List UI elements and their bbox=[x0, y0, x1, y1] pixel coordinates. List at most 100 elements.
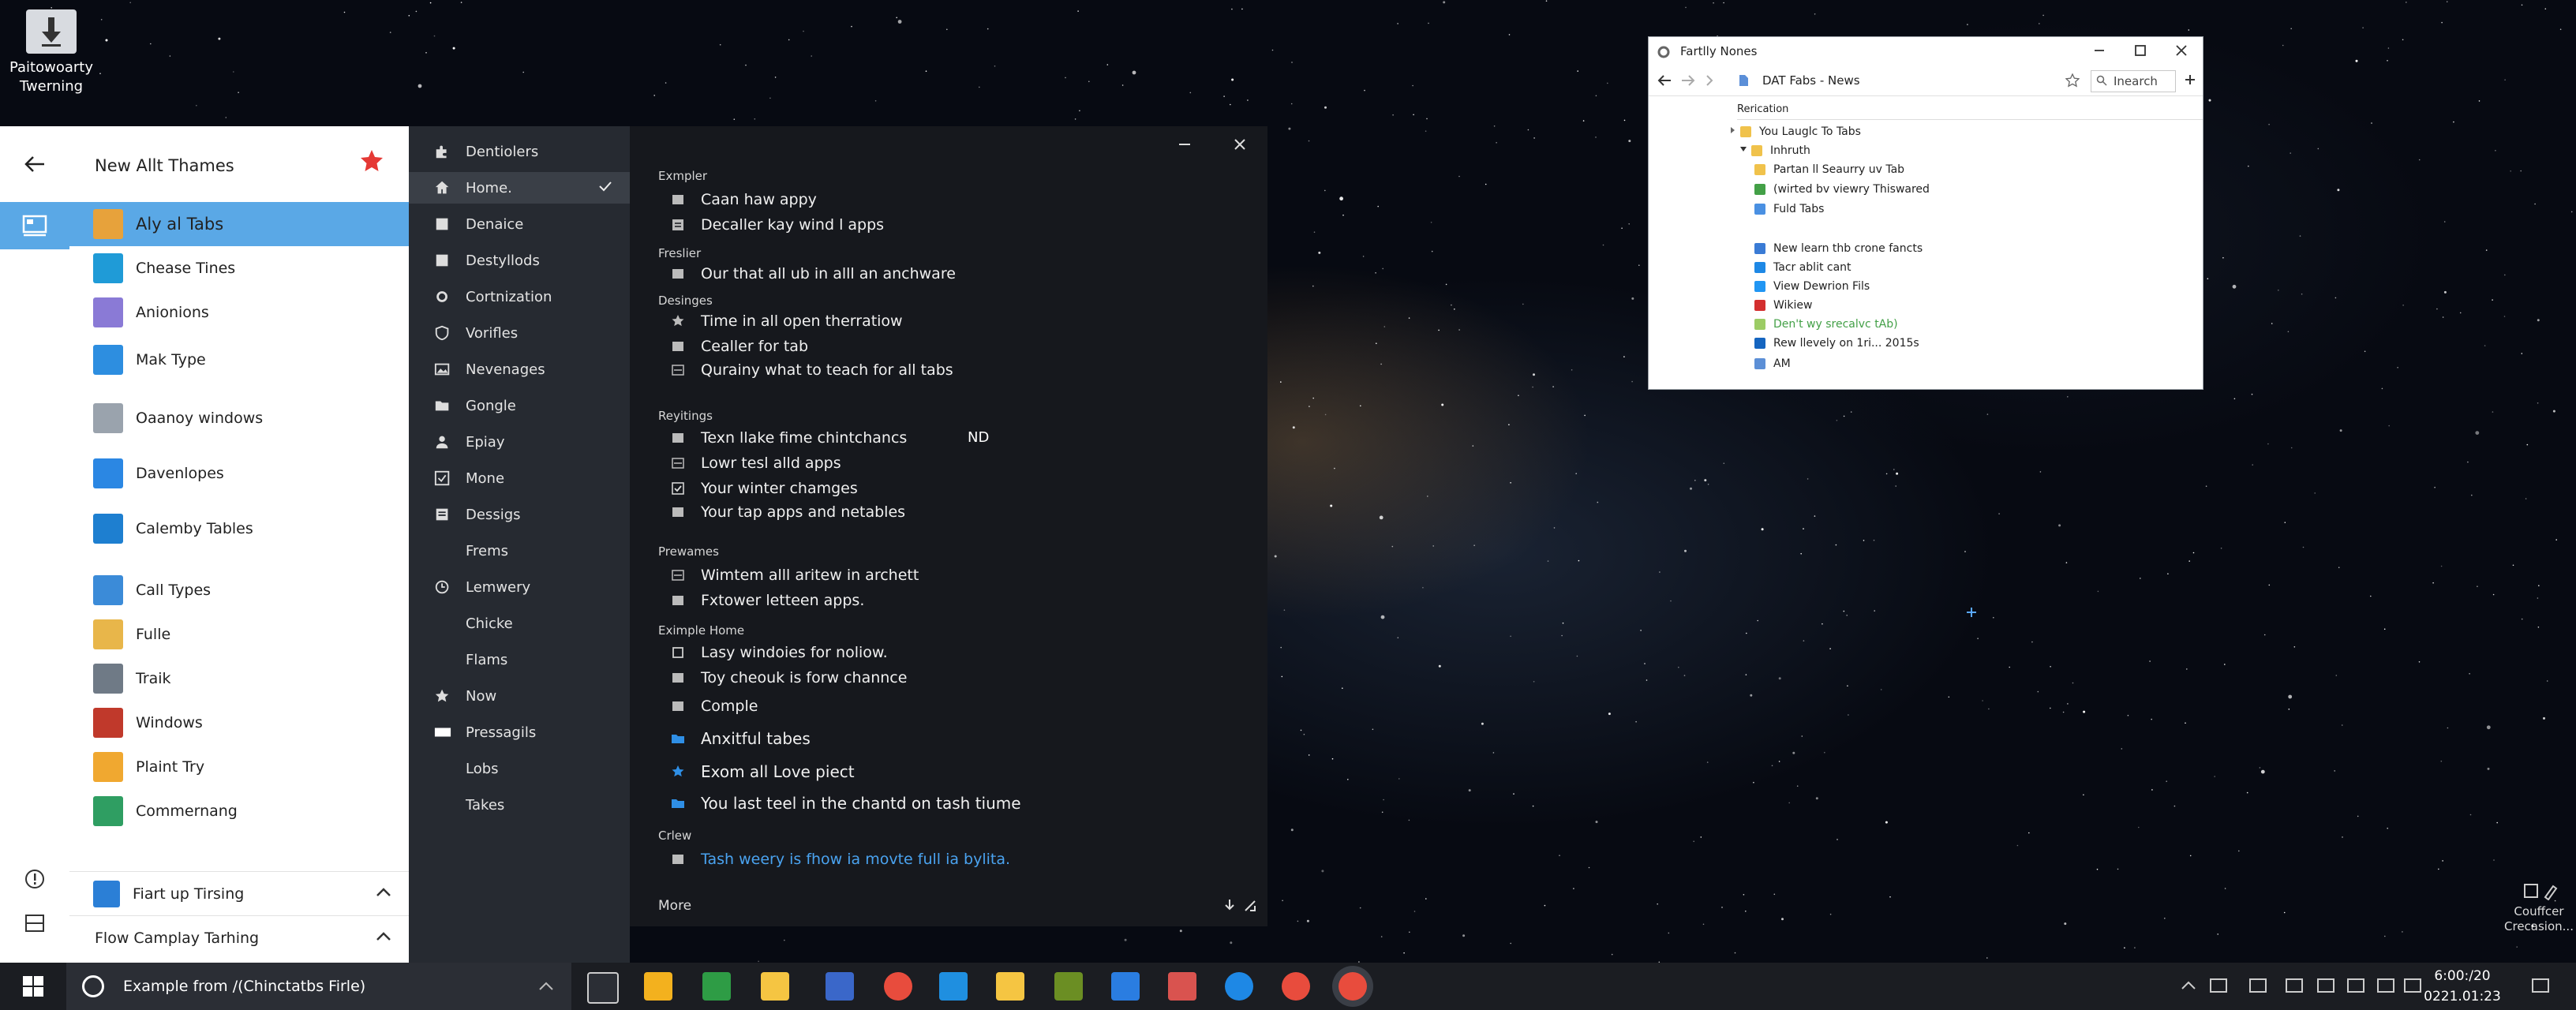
panel-option[interactable]: Your winter chamges bbox=[671, 480, 858, 497]
task-view-icon[interactable] bbox=[587, 972, 619, 1004]
back-arrow-icon[interactable] bbox=[1657, 73, 1672, 88]
close-icon[interactable] bbox=[2173, 42, 2190, 59]
info-button[interactable] bbox=[14, 858, 55, 900]
list-view-button[interactable] bbox=[14, 903, 55, 944]
maximize-icon[interactable] bbox=[2132, 42, 2149, 59]
start-app-item[interactable]: Calemby Tables bbox=[69, 507, 409, 551]
folder-icon[interactable] bbox=[761, 972, 789, 1001]
more-link[interactable]: More bbox=[658, 898, 691, 914]
panel-option[interactable]: You last teel in the chantd on tash tium… bbox=[671, 794, 1021, 813]
nav-item[interactable]: Gongle bbox=[409, 390, 630, 421]
panel-option[interactable]: Comple bbox=[671, 698, 758, 715]
bookmark-item[interactable]: Den't wy srecalvc tAb) bbox=[1754, 318, 1898, 331]
nav-item[interactable]: Dentiolers bbox=[409, 136, 630, 167]
resize-icon[interactable] bbox=[1244, 900, 1256, 912]
nav-item[interactable]: Epiay bbox=[409, 426, 630, 458]
tree-item[interactable]: (wirted bv viewry Thiswared bbox=[1754, 183, 1930, 196]
bookmark-item[interactable]: AM bbox=[1754, 357, 1791, 370]
keyboard-icon[interactable] bbox=[2347, 978, 2364, 993]
nav-item[interactable]: Nevenages bbox=[409, 354, 630, 385]
nav-item[interactable]: Denaice bbox=[409, 208, 630, 240]
chrome-icon[interactable] bbox=[884, 972, 912, 1001]
start-footer-item-startup[interactable]: Fiart up Tirsing bbox=[69, 871, 409, 916]
minimize-icon[interactable] bbox=[1178, 137, 1192, 152]
bookmark-item[interactable]: Tacr ablit cant bbox=[1754, 261, 1852, 274]
nav-item[interactable]: Dessigs bbox=[409, 499, 630, 530]
start-app-item[interactable]: Oaanoy windows bbox=[69, 396, 409, 440]
start-app-item[interactable]: Plaint Try bbox=[69, 745, 409, 789]
start-app-item[interactable]: Anionions bbox=[69, 290, 409, 335]
tree-item[interactable]: Partan ll Seaurry uv Tab bbox=[1754, 163, 1904, 176]
panel-option[interactable]: Caan haw appy bbox=[671, 191, 817, 208]
rail-tablet-button[interactable] bbox=[0, 202, 69, 249]
tree-folder[interactable]: Inhruth bbox=[1739, 144, 1810, 157]
bookmark-item[interactable]: View Dewrion Fils bbox=[1754, 280, 1870, 293]
chevron-up-icon[interactable] bbox=[2180, 978, 2197, 993]
chrome-icon[interactable] bbox=[1282, 972, 1310, 1001]
minimize-icon[interactable] bbox=[2091, 42, 2108, 59]
panel-option[interactable]: Anxitful tabes bbox=[671, 729, 811, 748]
tree-item[interactable]: Fuld Tabs bbox=[1754, 203, 1824, 215]
panel-option[interactable]: Our that all ub in alll an anchware bbox=[671, 265, 956, 282]
nav-item[interactable]: Pressagils bbox=[409, 716, 630, 748]
star-outline-icon[interactable] bbox=[2065, 73, 2080, 88]
battery-icon[interactable] bbox=[2249, 978, 2267, 993]
nav-item[interactable]: Vorifles bbox=[409, 317, 630, 349]
start-app-item[interactable]: Call Types bbox=[69, 568, 409, 612]
start-app-item[interactable]: Traik bbox=[69, 656, 409, 701]
nav-item[interactable]: Lobs bbox=[409, 753, 630, 784]
nav-item[interactable]: Flams bbox=[409, 644, 630, 675]
chevron-right-icon[interactable] bbox=[1704, 73, 1715, 88]
volume-icon[interactable] bbox=[2317, 978, 2334, 993]
panel-option[interactable]: Time in all open therratiow bbox=[671, 312, 903, 330]
close-icon[interactable] bbox=[1233, 137, 1247, 152]
panel-option[interactable]: Qurainy what to teach for all tabs bbox=[671, 361, 953, 379]
start-app-item[interactable]: Fulle bbox=[69, 612, 409, 656]
bookmark-item[interactable]: Rew llevely on 1ri... 2015s bbox=[1754, 337, 1919, 350]
nav-item[interactable]: Takes bbox=[409, 789, 630, 821]
app-icon[interactable] bbox=[826, 972, 854, 1001]
chevron-up-icon[interactable] bbox=[376, 886, 391, 899]
mail-icon[interactable] bbox=[1168, 972, 1196, 1001]
panel-option[interactable]: Fxtower letteen apps. bbox=[671, 592, 864, 609]
nav-item[interactable]: Home. bbox=[409, 172, 630, 204]
start-footer-item-flow[interactable]: Flow Camplay Tarhing bbox=[69, 915, 409, 960]
chevron-up-icon[interactable] bbox=[538, 980, 554, 991]
start-app-item[interactable]: Chease Tines bbox=[69, 246, 409, 290]
app-icon[interactable] bbox=[1111, 972, 1140, 1001]
download-arrow-icon[interactable] bbox=[1223, 898, 1236, 912]
panel-option[interactable]: Toy cheouk is forw channce bbox=[671, 669, 907, 686]
wifi-icon[interactable] bbox=[2286, 978, 2303, 993]
app-icon[interactable] bbox=[702, 972, 731, 1001]
panel-option[interactable]: Exom all Love piect bbox=[671, 762, 855, 781]
display-icon[interactable] bbox=[2377, 978, 2394, 993]
action-center-icon[interactable] bbox=[2532, 978, 2549, 993]
panel-option[interactable]: Your tap apps and netables bbox=[671, 503, 905, 521]
bookmark-item[interactable]: Wikiew bbox=[1754, 299, 1813, 312]
chrome-icon[interactable] bbox=[1339, 972, 1367, 1001]
start-app-item[interactable]: Mak Type bbox=[69, 338, 409, 382]
panel-option[interactable]: Lowr tesl alld apps bbox=[671, 454, 841, 472]
chat-icon[interactable] bbox=[939, 972, 968, 1001]
panel-option[interactable]: Texn llake fime chintchancs bbox=[671, 429, 907, 447]
start-app-item[interactable]: Commernang bbox=[69, 789, 409, 833]
notification-icon[interactable] bbox=[2404, 978, 2421, 993]
app-icon[interactable] bbox=[1225, 972, 1253, 1001]
forward-arrow-icon[interactable] bbox=[1680, 73, 1696, 88]
nav-item[interactable]: Chicke bbox=[409, 608, 630, 639]
caret-right-icon[interactable] bbox=[1728, 125, 1737, 138]
file-explorer-icon[interactable] bbox=[644, 972, 672, 1001]
plus-icon[interactable] bbox=[2184, 73, 2196, 86]
tree-root[interactable]: You Lauglc To Tabs bbox=[1728, 125, 1861, 138]
panel-option[interactable]: Decaller kay wind l apps bbox=[671, 216, 884, 234]
nav-item[interactable]: Lemwery bbox=[409, 571, 630, 603]
taskbar-search-box[interactable]: Example from /(Chinctatbs Firle) bbox=[66, 963, 571, 1010]
caret-down-icon[interactable] bbox=[1739, 144, 1748, 157]
desktop-shortcut[interactable]: Paitowoarty Twerning bbox=[8, 9, 95, 96]
address-bar[interactable]: DAT Fabs - News bbox=[1762, 73, 1860, 88]
nav-item[interactable]: Frems bbox=[409, 535, 630, 567]
back-button[interactable] bbox=[14, 144, 55, 185]
start-app-item[interactable]: Aly al Tabs bbox=[69, 202, 409, 246]
start-button[interactable] bbox=[0, 963, 66, 1010]
panel-option[interactable]: Wimtem alll aritew in archett bbox=[671, 567, 919, 584]
